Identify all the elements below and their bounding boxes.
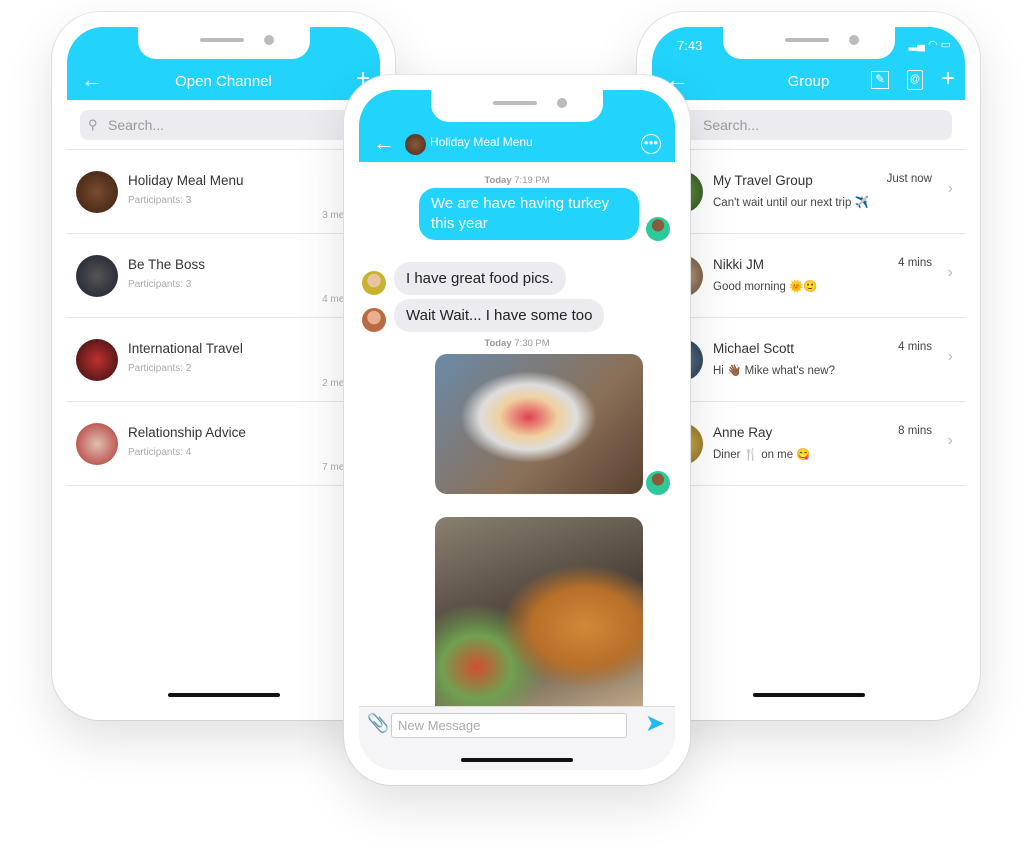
- attachment-icon[interactable]: 📎: [367, 713, 389, 734]
- group-name: Anne Ray: [713, 425, 773, 440]
- group-list-item[interactable]: Michael Scott Hi 👋🏾 Mike what's new? 4 min…: [652, 318, 965, 402]
- last-message-preview: Can't wait until our next trip ✈️: [713, 197, 869, 209]
- channel-name: Relationship Advice: [128, 425, 246, 440]
- channel-avatar: [405, 134, 426, 155]
- chevron-right-icon: ›: [947, 180, 953, 197]
- avatar: [362, 271, 386, 295]
- chevron-right-icon: ›: [947, 264, 953, 281]
- avatar: [646, 217, 670, 241]
- avatar: [362, 308, 386, 332]
- participants-count: Participants: 4: [128, 447, 192, 458]
- home-indicator: [167, 693, 280, 697]
- status-icons: ▂▄ ◠ ▭: [908, 39, 951, 51]
- participants-count: Participants: 2: [128, 363, 192, 374]
- plus-icon[interactable]: +: [941, 65, 955, 93]
- send-icon[interactable]: ➤: [645, 709, 665, 738]
- chevron-right-icon: ›: [947, 348, 953, 365]
- message-bubble-outgoing: We are have having turkey this year: [419, 188, 639, 240]
- avatar: [76, 423, 118, 465]
- home-indicator: [752, 693, 865, 697]
- last-message-preview: Hi 👋🏾 Mike what's new?: [713, 365, 835, 377]
- chat-header: ← Holiday Meal Menu ●●●: [359, 90, 675, 162]
- message-bubble-incoming: I have great food pics.: [394, 262, 566, 295]
- group-name: Michael Scott: [713, 341, 795, 356]
- back-arrow-icon[interactable]: ←: [373, 130, 395, 156]
- avatar: [76, 255, 118, 297]
- timestamp: Today 7:30 PM: [484, 338, 550, 349]
- group-list-item[interactable]: My Travel Group Can't wait until our next…: [652, 150, 965, 234]
- chevron-right-icon: ›: [947, 432, 953, 449]
- avatar: [76, 339, 118, 381]
- image-message-food[interactable]: [435, 517, 643, 717]
- last-message-time: Just now: [886, 173, 932, 185]
- contacts-icon[interactable]: @: [907, 70, 923, 90]
- chat-title: Holiday Meal Menu: [430, 135, 533, 149]
- last-message-time: 4 mins: [898, 341, 932, 353]
- channel-name: Be The Boss: [128, 257, 206, 272]
- search-input[interactable]: ⚲ Search...: [80, 110, 367, 140]
- more-options-icon[interactable]: ●●●: [641, 134, 661, 154]
- group-name: Nikki JM: [713, 257, 764, 272]
- search-icon: ⚲: [88, 117, 98, 132]
- message-input[interactable]: New Message: [391, 713, 627, 738]
- channel-name: Holiday Meal Menu: [128, 173, 244, 188]
- channel-list-item[interactable]: Relationship AdviceParticipants: 47 mess…: [67, 402, 380, 486]
- participants-count: Participants: 3: [128, 279, 192, 290]
- page-title: Open Channel: [175, 73, 272, 90]
- channel-name: International Travel: [128, 341, 243, 356]
- header: 7:43 ▂▄ ◠ ▭ ← Group ✎ @ +: [652, 27, 965, 100]
- channel-list-item[interactable]: International TravelParticipants: 22 mes…: [67, 318, 380, 402]
- compose-icon[interactable]: ✎: [871, 71, 889, 89]
- home-indicator: [461, 758, 573, 762]
- last-message-time: 8 mins: [898, 425, 932, 437]
- header: ← Open Channel +: [67, 27, 380, 100]
- timestamp: Today 7:19 PM: [484, 175, 550, 186]
- participants-count: Participants: 3: [128, 195, 192, 206]
- group-list-item[interactable]: Anne Ray Diner 🍴 on me 😋 8 mins ›: [652, 402, 965, 486]
- last-message-preview: Good morning 🌞🙂: [713, 281, 818, 293]
- group-name: My Travel Group: [713, 173, 813, 188]
- channel-list-item[interactable]: Be The BossParticipants: 34 messages: [67, 234, 380, 318]
- message-bubble-incoming: Wait Wait... I have some too: [394, 299, 605, 332]
- avatar: [76, 171, 118, 213]
- last-message-time: 4 mins: [898, 257, 932, 269]
- search-input[interactable]: Search...: [665, 110, 952, 140]
- last-message-preview: Diner 🍴 on me 😋: [713, 449, 811, 461]
- avatar: [646, 471, 670, 495]
- channel-list-item[interactable]: Holiday Meal MenuParticipants: 33 messag…: [67, 150, 380, 234]
- group-list-item[interactable]: Nikki JM Good morning 🌞🙂 4 mins ›: [652, 234, 965, 318]
- center-phone: ← Holiday Meal Menu ●●● Today 7:19 PM We…: [344, 75, 690, 785]
- image-message-dessert[interactable]: [435, 354, 643, 494]
- status-time: 7:43: [677, 38, 703, 53]
